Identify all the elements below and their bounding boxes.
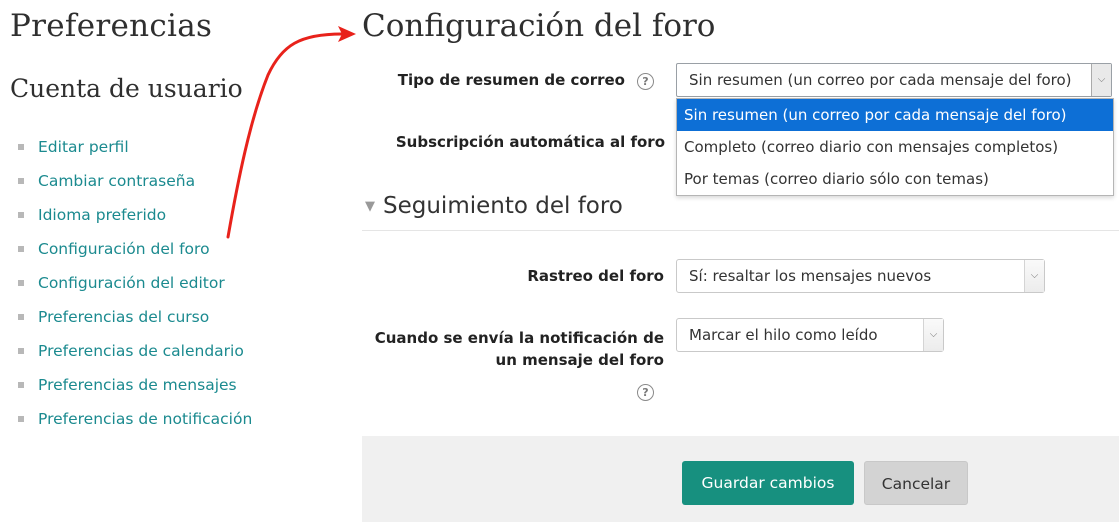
list-item: Cambiar contraseña (18, 164, 252, 198)
bullet-icon (18, 348, 24, 354)
link-message-preferences[interactable]: Preferencias de mensajes (38, 376, 237, 394)
bullet-icon (18, 144, 24, 150)
link-forum-settings[interactable]: Configuración del foro (38, 240, 210, 258)
section-title-account: Cuenta de usuario (10, 74, 243, 103)
digest-option-none[interactable]: Sin resumen (un correo por cada mensaje … (677, 99, 1113, 131)
digest-type-label: Tipo de resumen de correo (397, 71, 625, 89)
notification-label: Cuando se envía la notificación de un me… (360, 327, 664, 371)
preferences-link-list: Editar perfil Cambiar contraseña Idioma … (18, 130, 252, 436)
bullet-icon (18, 280, 24, 286)
notification-value: Marcar el hilo como leído (689, 326, 878, 344)
list-item: Configuración del foro (18, 232, 252, 266)
notification-label-line2: un mensaje del foro (495, 351, 664, 369)
link-notification-preferences[interactable]: Preferencias de notificación (38, 410, 252, 428)
chevron-down-icon[interactable]: ⌵ (1024, 260, 1044, 292)
question-circle-icon[interactable]: ? (637, 73, 654, 90)
link-calendar-preferences[interactable]: Preferencias de calendario (38, 342, 244, 360)
save-button[interactable]: Guardar cambios (682, 461, 854, 505)
link-edit-profile[interactable]: Editar perfil (38, 138, 129, 156)
chevron-down-icon[interactable]: ⌵ (1091, 64, 1111, 96)
list-item: Configuración del editor (18, 266, 252, 300)
digest-type-select[interactable]: Sin resumen (un correo por cada mensaje … (676, 63, 1112, 97)
autosubscribe-label: Subscripción automática al foro (395, 133, 665, 151)
digest-type-dropdown[interactable]: Sin resumen (un correo por cada mensaje … (676, 98, 1114, 196)
section-header-tracking[interactable]: ▼ Seguimiento del foro (365, 193, 623, 219)
link-course-preferences[interactable]: Preferencias del curso (38, 308, 209, 326)
notification-label-line1: Cuando se envía la notificación de (374, 329, 664, 347)
collapse-triangle-icon: ▼ (365, 198, 375, 214)
bullet-icon (18, 246, 24, 252)
bullet-icon (18, 416, 24, 422)
digest-option-complete[interactable]: Completo (correo diario con mensajes com… (677, 131, 1113, 163)
tracking-value: Sí: resaltar los mensajes nuevos (689, 267, 932, 285)
bullet-icon (18, 314, 24, 320)
notification-select[interactable]: Marcar el hilo como leído ⌵ (676, 318, 944, 352)
link-change-password[interactable]: Cambiar contraseña (38, 172, 195, 190)
list-item: Preferencias de mensajes (18, 368, 252, 402)
tracking-select[interactable]: Sí: resaltar los mensajes nuevos ⌵ (676, 259, 1045, 293)
link-preferred-language[interactable]: Idioma preferido (38, 206, 166, 224)
bullet-icon (18, 178, 24, 184)
tracking-label: Rastreo del foro (527, 267, 664, 285)
chevron-down-icon[interactable]: ⌵ (923, 319, 943, 351)
section-title: Seguimiento del foro (383, 193, 623, 219)
cancel-button[interactable]: Cancelar (864, 461, 968, 505)
form-title: Configuración del foro (362, 8, 716, 44)
link-editor-settings[interactable]: Configuración del editor (38, 274, 225, 292)
bullet-icon (18, 212, 24, 218)
question-circle-icon[interactable]: ? (637, 384, 654, 401)
digest-option-subjects[interactable]: Por temas (correo diario sólo con temas) (677, 163, 1113, 195)
section-divider (362, 230, 1119, 231)
list-item: Preferencias del curso (18, 300, 252, 334)
page-title: Preferencias (10, 8, 213, 44)
digest-type-value: Sin resumen (un correo por cada mensaje … (689, 71, 1072, 89)
list-item: Preferencias de notificación (18, 402, 252, 436)
list-item: Preferencias de calendario (18, 334, 252, 368)
list-item: Editar perfil (18, 130, 252, 164)
bullet-icon (18, 382, 24, 388)
list-item: Idioma preferido (18, 198, 252, 232)
